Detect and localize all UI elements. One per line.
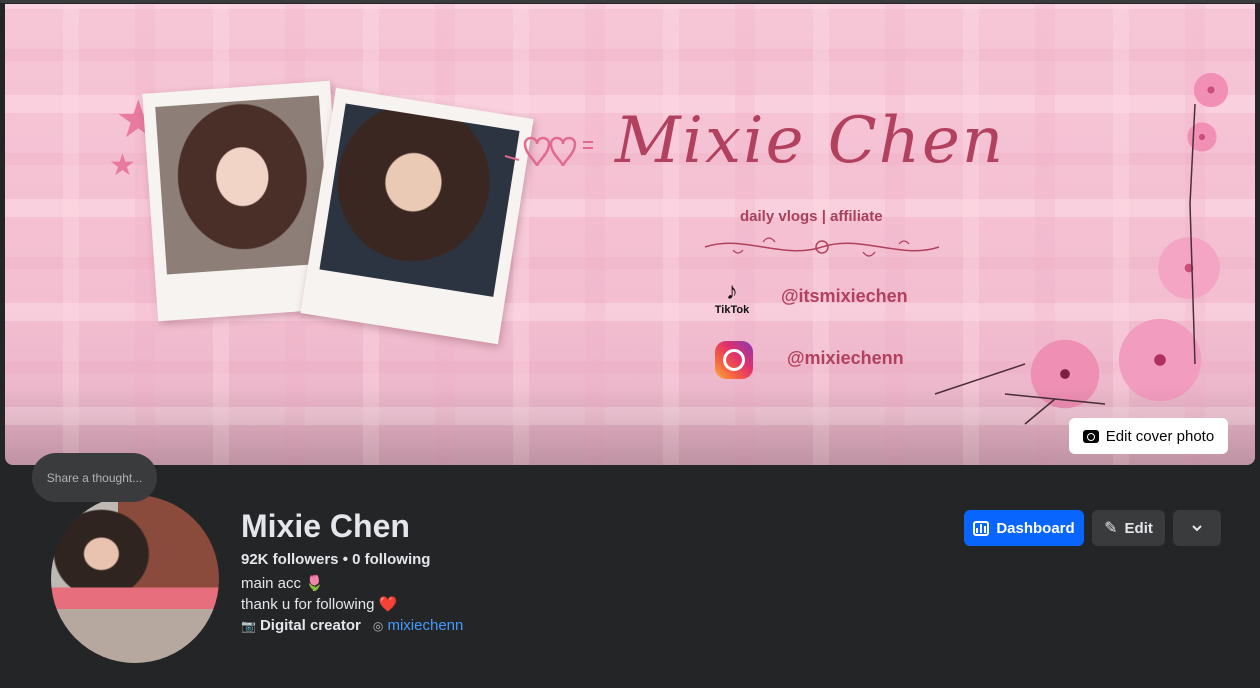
followers-link[interactable]: 92K followers bbox=[241, 551, 339, 568]
instagram-small-icon: ◎ bbox=[372, 619, 384, 633]
instagram-icon bbox=[715, 341, 753, 379]
edit-label: Edit bbox=[1124, 519, 1153, 537]
more-options-button[interactable] bbox=[1173, 510, 1221, 546]
instagram-link-text: mixiechenn bbox=[387, 617, 464, 634]
following-link[interactable]: 0 following bbox=[352, 551, 430, 568]
avatar[interactable] bbox=[51, 495, 219, 663]
profile-meta: 📷 Digital creator ◎ mixiechenn bbox=[241, 617, 463, 634]
bio-line-2: thank u for following ❤️ bbox=[241, 596, 398, 613]
tiktok-handle: @itsmixiechen bbox=[781, 286, 908, 306]
cover-photo[interactable]: ★ ★ ★ Mixie Chen daily vlogs | affiliate… bbox=[5, 4, 1255, 465]
camera-small-icon: 📷 bbox=[241, 618, 256, 633]
tiktok-label: TikTok bbox=[714, 304, 750, 316]
edit-profile-button[interactable]: ✎ Edit bbox=[1092, 510, 1165, 546]
share-thought-bubble[interactable]: Share a thought... bbox=[32, 453, 157, 502]
pencil-icon: ✎ bbox=[1104, 520, 1118, 537]
cover-subtitle: daily vlogs | affiliate bbox=[740, 208, 883, 225]
instagram-handle: @mixiechenn bbox=[787, 348, 904, 368]
polaroid-photo-2 bbox=[300, 87, 534, 345]
follow-stats: 92K followers • 0 following bbox=[241, 551, 430, 568]
edit-cover-photo-label: Edit cover photo bbox=[1105, 427, 1215, 445]
profile-name: Mixie Chen bbox=[241, 508, 410, 544]
dashboard-button[interactable]: Dashboard bbox=[964, 510, 1084, 546]
edit-cover-photo-button[interactable]: Edit cover photo bbox=[1069, 418, 1228, 454]
camera-icon bbox=[1082, 429, 1099, 443]
dashboard-label: Dashboard bbox=[996, 519, 1075, 537]
instagram-link[interactable]: ◎ mixiechenn bbox=[373, 617, 464, 634]
top-divider bbox=[0, 0, 1260, 3]
tiktok-icon: ♪ TikTok bbox=[714, 278, 750, 317]
stats-separator: • bbox=[338, 551, 353, 568]
dashboard-icon bbox=[973, 520, 990, 536]
cover-shade bbox=[5, 385, 1255, 465]
heart-doodle bbox=[504, 136, 593, 167]
chevron-down-icon bbox=[1192, 525, 1202, 532]
bio-line-1: main acc 🌷 bbox=[241, 575, 324, 592]
star-decoration: ★ bbox=[109, 149, 136, 182]
category-label: Digital creator bbox=[259, 617, 361, 634]
